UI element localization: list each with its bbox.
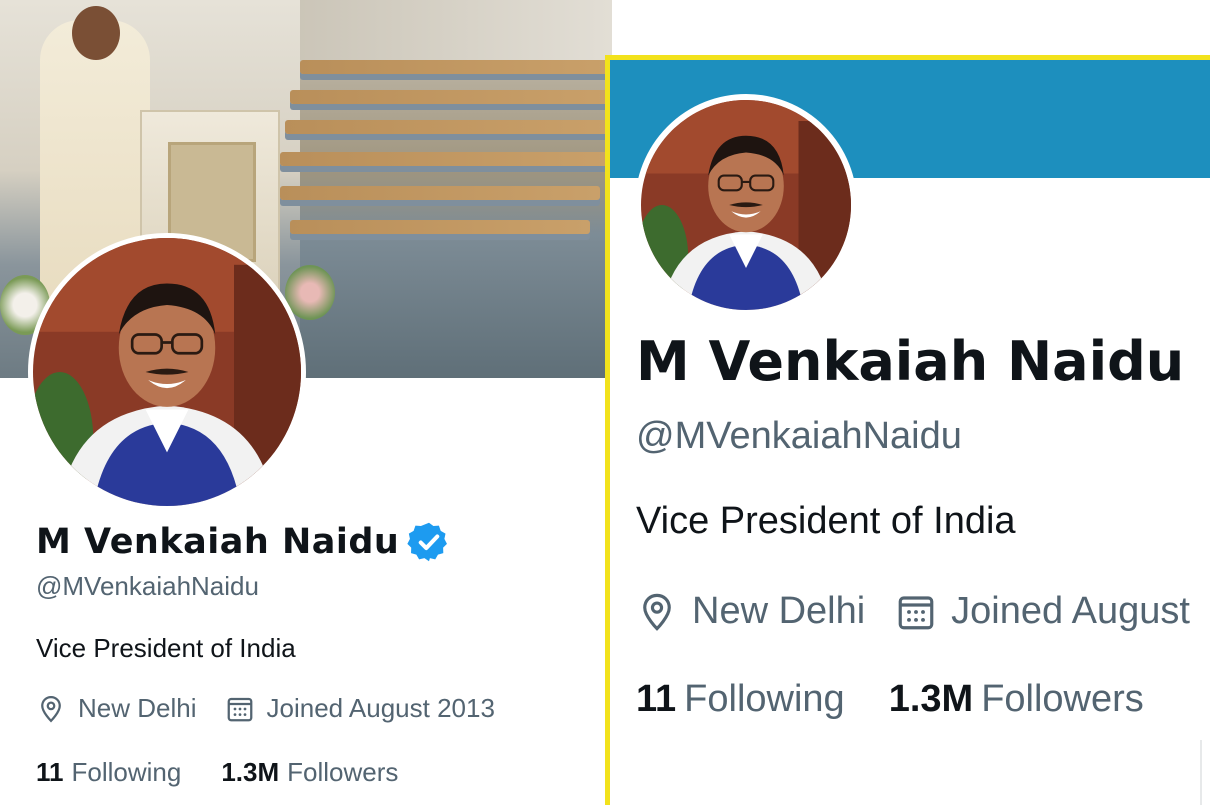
calendar-icon [227,697,252,721]
divider [1200,740,1202,805]
profile-avatar[interactable] [635,94,857,316]
avatar-portrait [33,238,301,506]
profile-bio: Vice President of India [36,633,296,663]
profile-joined-text: Joined August [951,590,1190,632]
banner-seat-row [280,186,600,200]
avatar-portrait [641,100,851,310]
followers-count: 1.3M [221,757,280,787]
profile-avatar[interactable] [28,233,306,511]
banner-seat-row [285,120,612,134]
profile-handle: @MVenkaiahNaidu [36,571,259,601]
following-count: 11 [636,678,677,720]
following-link[interactable]: 11 Following [636,678,845,721]
profile-name: M Venkaiah Naidu [36,522,400,562]
left-profile-card: M Venkaiah Naidu @MVenkaiahNaidu Vice Pr… [0,0,612,805]
following-label: Following [71,757,182,787]
followers-link[interactable]: 1.3M Followers [221,757,398,788]
profile-location: New Delhi [636,590,865,633]
location-pin-icon [643,593,671,631]
profile-meta-row: New Delhi Joined August 2013 [36,693,523,724]
profile-stats: 11 Following 1.3M Followers [636,678,1188,721]
profile-location: New Delhi [36,693,197,724]
followers-label: Followers [287,757,399,787]
verified-badge-icon[interactable] [407,520,451,564]
profile-joined: Joined August 2013 [225,693,495,724]
banner-seat-row [290,90,612,104]
banner-seat-row [280,152,612,166]
zoomed-profile-card: M Venkaiah Naidu @MVenkaiahNaidu Vice Pr… [605,55,1210,805]
calendar-icon [898,595,934,629]
profile-bio: Vice President of India [636,500,1016,542]
followers-link[interactable]: 1.3M Followers [889,678,1144,721]
profile-name: M Venkaiah Naidu [636,330,1185,393]
profile-handle: @MVenkaiahNaidu [636,415,962,457]
following-count: 11 [36,757,64,787]
profile-joined-text: Joined August 2013 [266,693,495,723]
profile-meta-row: New Delhi Joined August [636,590,1210,633]
profile-stats: 11 Following 1.3M Followers [36,757,438,788]
profile-location-text: New Delhi [692,590,866,632]
banner-seat-row [290,220,590,234]
profile-joined: Joined August [895,590,1190,633]
banner-speaker-head [72,6,120,60]
following-label: Following [684,678,845,720]
followers-count: 1.3M [888,678,974,720]
banner-seat-row [300,60,612,74]
followers-label: Followers [981,678,1144,720]
profile-name-row: M Venkaiah Naidu [36,520,451,564]
location-pin-icon [41,695,61,722]
profile-location-text: New Delhi [78,693,197,723]
following-link[interactable]: 11 Following [36,757,181,788]
